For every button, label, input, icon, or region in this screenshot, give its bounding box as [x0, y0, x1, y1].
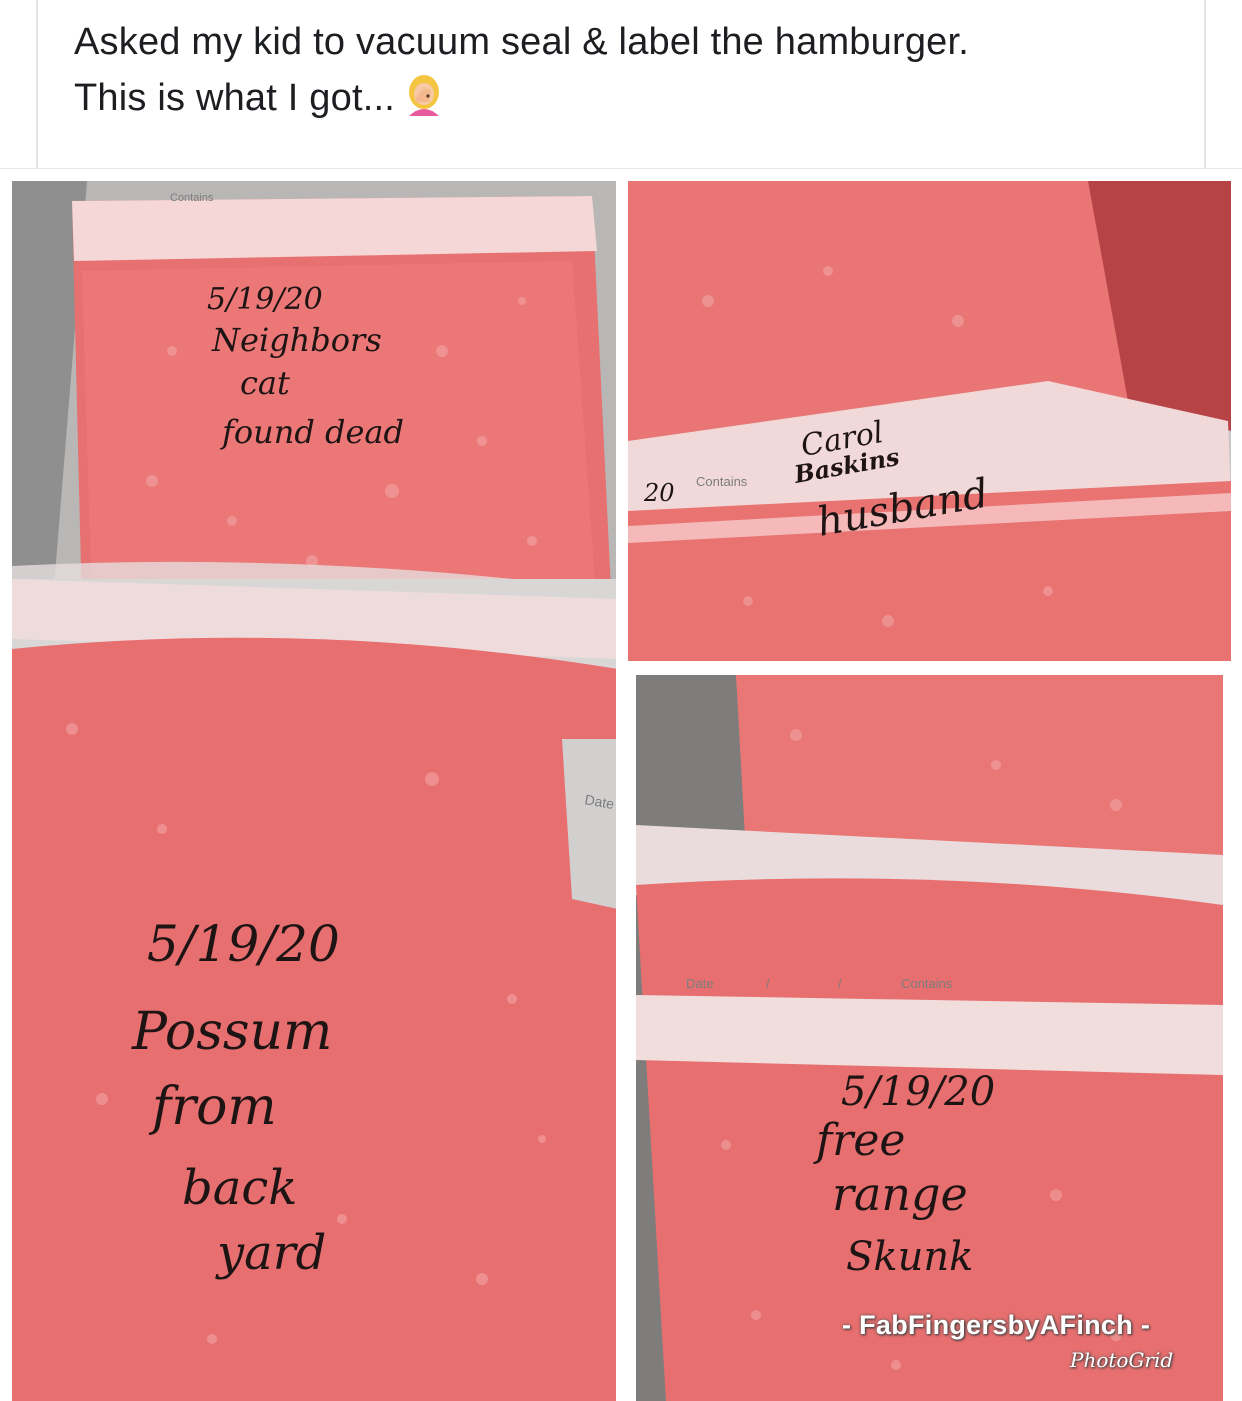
photo-collage[interactable]: Contains 5/19/20 Neighbors cat found dea…: [0, 168, 1242, 1401]
printed-contains-text: Contains: [696, 474, 748, 489]
handwritten-number: 20: [643, 479, 675, 507]
photo-free-range-skunk[interactable]: Date / / Contains 5/19/20 free range Sku…: [636, 675, 1223, 1401]
post-caption: Asked my kid to vacuum seal & label the …: [74, 14, 1174, 126]
handwritten-line-2: free: [813, 1115, 905, 1166]
handwritten-line-3: from: [148, 1077, 277, 1137]
handwritten-line-3: cat: [240, 364, 290, 402]
printed-slash-2: /: [838, 976, 842, 991]
photo-neighbors-cat[interactable]: Contains 5/19/20 Neighbors cat found dea…: [12, 181, 616, 611]
photo-possum-from-back-yard[interactable]: Date 5/19/20 Possum from back yard: [12, 579, 618, 1401]
handwritten-line-4: back: [182, 1160, 297, 1216]
handwritten-line-4: Skunk: [846, 1234, 973, 1280]
watermark: - FabFingersbyAFinch -: [842, 1310, 1151, 1340]
handwritten-date: 5/19/20: [841, 1069, 995, 1115]
printed-contains-text: Contains: [901, 976, 953, 991]
woman-facepalming-icon: [401, 72, 447, 118]
grid-divider-vertical: [616, 181, 628, 1401]
handwritten-date: 5/19/20: [207, 282, 323, 317]
photo-carol-baskins-husband[interactable]: 20 Contains Carol Baskins husband: [628, 181, 1231, 661]
handwritten-date: 5/19/20: [147, 915, 340, 973]
caption-line-2-text: This is what I got...: [74, 77, 395, 119]
printed-date-text: Date: [686, 976, 713, 991]
handwritten-line-2: Possum: [131, 1002, 332, 1062]
meat-package-image: Contains 5/19/20 Neighbors cat found dea…: [12, 181, 616, 611]
handwritten-line-3: range: [832, 1167, 968, 1221]
printed-contains-text: Contains: [170, 192, 214, 204]
handwritten-line-4: found dead: [220, 413, 404, 451]
caption-line-2: This is what I got...: [74, 70, 1174, 126]
handwritten-line-5: yard: [215, 1225, 326, 1281]
printed-slash-1: /: [766, 976, 770, 991]
photogrid-watermark: PhotoGrid: [1070, 1348, 1174, 1372]
caption-line-1: Asked my kid to vacuum seal & label the …: [74, 21, 970, 63]
handwritten-line-2: Neighbors: [211, 321, 382, 359]
meat-package-image: Date / / Contains 5/19/20 free range Sku…: [636, 675, 1223, 1401]
meat-package-image: Date 5/19/20 Possum from back yard: [12, 579, 618, 1401]
meat-package-image: 20 Contains Carol Baskins husband: [628, 181, 1231, 661]
post-card: Asked my kid to vacuum seal & label the …: [36, 0, 1206, 168]
